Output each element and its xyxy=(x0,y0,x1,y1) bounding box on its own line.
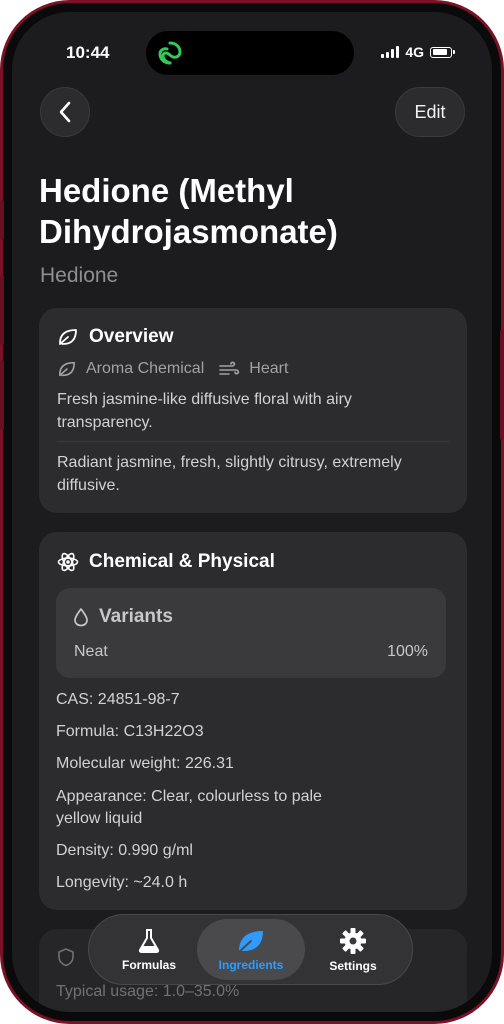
chevron-left-icon xyxy=(59,101,71,123)
volume-up-button xyxy=(0,275,4,345)
gear-icon xyxy=(340,927,366,954)
longevity: Longevity: ~24.0 h xyxy=(56,874,188,891)
overview-header: Overview xyxy=(57,326,174,348)
app-logo-icon xyxy=(158,41,182,65)
chemical-header: Chemical & Physical xyxy=(57,551,275,573)
status-time: 10:44 xyxy=(66,43,110,62)
leaf-icon xyxy=(238,930,263,953)
variants-header: Variants xyxy=(73,606,173,628)
atom-icon xyxy=(57,552,79,572)
leaf-icon xyxy=(58,361,76,377)
variant-name: Neat xyxy=(74,643,108,660)
density: Density: 0.990 g/ml xyxy=(56,842,193,859)
dynamic-island xyxy=(146,31,354,75)
flask-icon xyxy=(138,928,160,953)
signal-icon xyxy=(381,46,400,58)
network-type: 4G xyxy=(405,44,424,60)
screen: 10:44 4G Edit Hedione (Methyl Dihydrojas… xyxy=(12,12,492,1012)
cas-number: CAS: 24851-98-7 xyxy=(56,691,180,708)
odor-profile: Radiant jasmine, fresh, slightly citrusy… xyxy=(57,454,402,494)
volume-down-button xyxy=(0,360,4,430)
tab-bar: Formulas Ingredients Settings xyxy=(88,914,413,985)
power-button xyxy=(500,330,504,440)
tab-settings[interactable]: Settings xyxy=(299,919,407,980)
battery-icon xyxy=(430,46,455,58)
status-indicators: 4G xyxy=(381,44,455,60)
category-label: Aroma Chemical xyxy=(86,360,205,377)
chemical-heading: Chemical & Physical xyxy=(89,551,275,572)
wind-icon xyxy=(219,361,240,375)
tab-ingredients-label: Ingredients xyxy=(218,957,284,972)
chemical-card: Chemical & Physical Variants Neat 100% C… xyxy=(39,532,467,910)
tab-settings-label: Settings xyxy=(329,958,377,973)
page-title: Hedione (Methyl Dihydrojasmonate) xyxy=(39,172,338,250)
drop-icon xyxy=(74,608,88,627)
appearance: Appearance: Clear, colourless to pale ye… xyxy=(56,788,322,827)
leaf-icon xyxy=(59,329,77,345)
note-label: Heart xyxy=(249,360,289,377)
tab-ingredients[interactable]: Ingredients xyxy=(197,919,305,980)
tab-formulas-label: Formulas xyxy=(121,957,176,972)
page-subtitle: Hedione xyxy=(40,264,119,287)
overview-card: Overview Aroma Chemical Heart Fresh jasm… xyxy=(39,308,467,513)
overview-heading: Overview xyxy=(89,326,174,347)
molecular-weight: Molecular weight: 226.31 xyxy=(56,755,234,772)
overview-description: Fresh jasmine-like diffusive floral with… xyxy=(57,391,352,431)
variants-heading: Variants xyxy=(99,606,173,627)
typical-usage: Typical usage: 1.0–35.0% xyxy=(56,983,240,1000)
divider xyxy=(57,441,449,442)
action-button xyxy=(0,200,4,240)
back-button[interactable] xyxy=(40,87,90,137)
overview-meta: Aroma Chemical Heart xyxy=(57,360,288,378)
tab-formulas[interactable]: Formulas xyxy=(95,919,203,980)
formula: Formula: C13H22O3 xyxy=(56,723,204,740)
variants-panel: Variants Neat 100% xyxy=(56,588,446,678)
edit-button[interactable]: Edit xyxy=(395,87,465,137)
variant-percent: 100% xyxy=(387,643,428,660)
shield-icon xyxy=(58,948,74,967)
